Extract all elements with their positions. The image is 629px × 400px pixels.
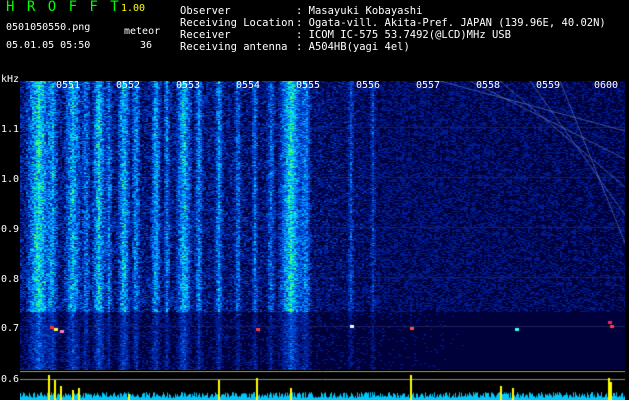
antenna-value: : A504HB(yagi 4el) xyxy=(296,41,410,53)
time-label: 0600 xyxy=(594,80,619,91)
record-datetime: 05.01.05 05:50 xyxy=(6,40,91,51)
observer-label: Observer xyxy=(180,5,231,17)
detection-mode: meteor xyxy=(124,26,161,37)
app-title: H R O F F T xyxy=(6,0,121,15)
file-name: 0501050550.png xyxy=(6,22,91,33)
tick-label: 0.9 xyxy=(1,224,20,235)
tick-label: 0.6 xyxy=(1,374,20,385)
tick-label: 0.8 xyxy=(1,274,20,285)
time-label: 0559 xyxy=(536,80,561,91)
time-label: 0557 xyxy=(416,80,441,91)
receiver-value: : ICOM IC-575 53.7492(@LCD)MHz USB xyxy=(296,29,511,41)
spectrogram-display xyxy=(20,81,625,370)
time-label: 0555 xyxy=(296,80,321,91)
location-label: Receiving Location xyxy=(180,17,294,29)
antenna-label: Receiving antenna xyxy=(180,41,288,53)
time-label: 0553 xyxy=(176,80,201,91)
location-value: : Ogata-vill. Akita-Pref. JAPAN (139.96E… xyxy=(296,17,606,29)
tick-label: 0.7 xyxy=(1,323,20,334)
tick-label: 1.1 xyxy=(1,124,20,135)
time-label: 0551 xyxy=(56,80,81,91)
time-label: 0556 xyxy=(356,80,381,91)
time-label: 0554 xyxy=(236,80,261,91)
time-label: 0552 xyxy=(116,80,141,91)
app-version: 1.00 xyxy=(121,3,146,14)
tick-label: 1.0 xyxy=(1,174,20,185)
time-label: 0558 xyxy=(476,80,501,91)
receiver-label: Receiver xyxy=(180,29,231,41)
observer-value: : Masayuki Kobayashi xyxy=(296,5,423,17)
meteor-count: 36 xyxy=(140,40,153,51)
frequency-unit: kHz xyxy=(1,74,20,85)
activity-meter xyxy=(20,371,625,400)
